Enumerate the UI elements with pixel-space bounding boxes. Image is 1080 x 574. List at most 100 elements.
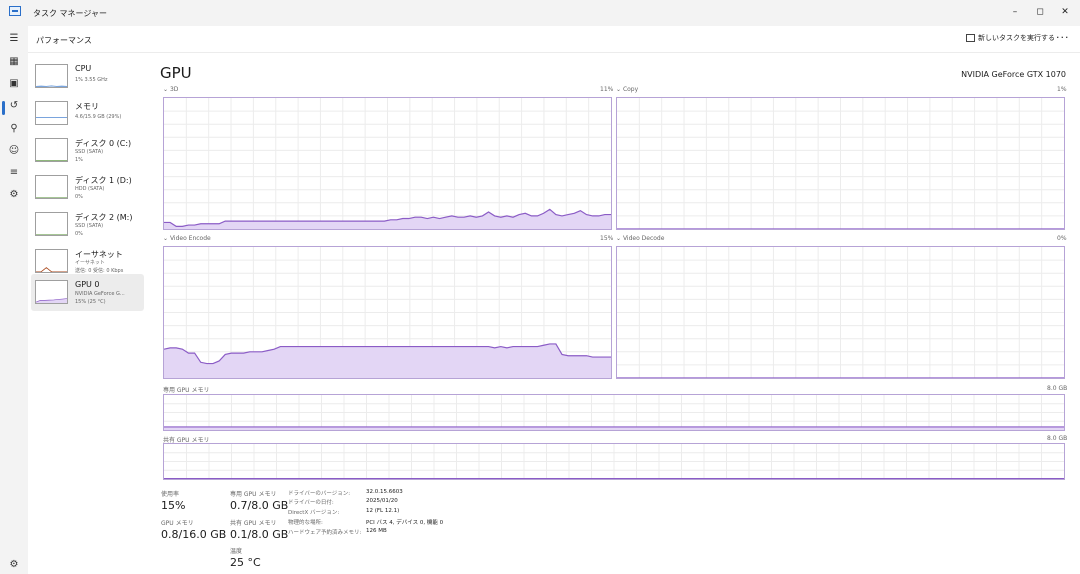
directx-version-key: DirectX バージョン: <box>288 510 340 516</box>
engine-graph-video-encode-plot <box>164 247 611 378</box>
dedicated-memory-label: 専用 GPU メモリ <box>230 491 277 498</box>
engine-max: 11% <box>600 86 614 93</box>
shared-memory-graph-max: 8.0 GB <box>1047 435 1068 442</box>
dedicated-memory-graph-label: 専用 GPU メモリ <box>163 387 210 394</box>
utilization-value: 15% <box>161 499 186 512</box>
services-icon[interactable]: ⚙ <box>7 188 21 202</box>
disk1-sparkline <box>36 197 67 198</box>
more-options-button[interactable]: ··· <box>1056 31 1070 44</box>
reserved-memory-key: ハードウェア予約済みメモリ: <box>288 530 362 536</box>
maximize-button[interactable]: ◻ <box>1030 4 1050 20</box>
driver-date-value: 2025/01/20 <box>366 498 398 504</box>
engine-max: 0% <box>1057 235 1067 242</box>
resource-sidebar: CPU 1% 3.55 GHz メモリ 4.6/15.9 GB (29%) ディ… <box>28 53 148 574</box>
gpu-sparkline <box>36 298 67 303</box>
sidebar-item-disk-2[interactable]: ディスク 2 (M:) SSD (SATA) 0% <box>31 206 144 242</box>
driver-version-key: ドライバーのバージョン: <box>288 491 351 497</box>
shared-memory-plot <box>164 444 1064 479</box>
sidebar-item-cpu[interactable]: CPU 1% 3.55 GHz <box>31 58 144 94</box>
startup-apps-icon[interactable]: ⚲ <box>7 122 21 136</box>
dedicated-memory-graph <box>163 394 1065 431</box>
page-title: パフォーマンス <box>36 36 92 45</box>
sidebar-item-disk-1[interactable]: ディスク 1 (D:) HDD (SATA) 0% <box>31 169 144 205</box>
disk1-thumbnail <box>35 175 68 199</box>
engine-selector-video-encode[interactable]: ⌄ Video Encode <box>163 235 211 242</box>
ethernet-thumbnail <box>35 249 68 273</box>
engine-graph-copy-plot <box>617 98 1064 229</box>
performance-icon[interactable]: ▣ <box>7 77 21 91</box>
memory-sparkline <box>36 117 67 118</box>
engine-graph-video-decode <box>616 246 1065 379</box>
sidebar-item-usage: 0% <box>75 231 83 237</box>
driver-date-key: ドライバーの日付: <box>288 500 334 506</box>
sidebar-item-label: メモリ <box>75 102 99 111</box>
sidebar-item-detail: イーサネット <box>75 260 105 266</box>
sparkline-line <box>36 267 67 272</box>
app-history-icon[interactable]: ↺ <box>7 99 21 113</box>
navigation-rail: ☰ ▦ ▣ ↺ ⚲ ☺ ≡ ⚙ ⚙ <box>0 26 28 574</box>
page-heading: GPU <box>160 64 192 82</box>
sidebar-item-disk-0[interactable]: ディスク 0 (C:) SSD (SATA) 1% <box>31 132 144 168</box>
run-new-task-button[interactable]: 新しいタスクを実行する <box>966 33 1055 43</box>
run-task-icon <box>966 34 975 42</box>
sidebar-item-gpu-0[interactable]: GPU 0 NVIDIA GeForce G... 15% (25 °C) <box>31 274 144 311</box>
reserved-memory-value: 126 MB <box>366 528 387 534</box>
sidebar-item-detail: NVIDIA GeForce G... <box>75 291 125 297</box>
sidebar-item-memory[interactable]: メモリ 4.6/15.9 GB (29%) <box>31 95 144 131</box>
settings-icon[interactable]: ⚙ <box>7 558 21 572</box>
gpu-memory-value: 0.8/16.0 GB <box>161 528 227 541</box>
disk0-thumbnail <box>35 138 68 162</box>
dedicated-memory-value: 0.7/8.0 GB <box>230 499 289 512</box>
memory-thumbnail <box>35 101 68 125</box>
engine-graph-copy <box>616 97 1065 230</box>
shared-memory-value: 0.1/8.0 GB <box>230 528 289 541</box>
engine-graph-3d <box>163 97 612 230</box>
sidebar-item-detail: HDD (SATA) <box>75 186 105 192</box>
sidebar-item-detail: SSD (SATA) <box>75 149 104 155</box>
engine-graph-3d-plot <box>164 98 611 229</box>
physical-location-value: PCI バス 4, デバイス 0, 機能 0 <box>366 520 444 526</box>
physical-location-key: 物理的な場所: <box>288 520 323 526</box>
sidebar-item-detail: 1% 3.55 GHz <box>75 77 108 83</box>
engine-label: 3D <box>169 86 179 93</box>
sidebar-item-detail: SSD (SATA) <box>75 223 104 229</box>
close-button[interactable]: ✕ <box>1055 4 1075 20</box>
dedicated-memory-graph-max: 8.0 GB <box>1047 385 1068 392</box>
temperature-value: 25 °C <box>230 556 261 569</box>
gpu-performance-panel: GPU NVIDIA GeForce GTX 1070 ⌄ 3D 11% ⌄ C… <box>148 53 1080 574</box>
title-bar: タスク マネージャー – ◻ ✕ <box>0 0 1080 26</box>
utilization-label: 使用率 <box>161 491 180 498</box>
directx-version-value: 12 (FL 12.1) <box>366 508 400 514</box>
gpu-memory-label: GPU メモリ <box>161 520 194 527</box>
shared-memory-graph <box>163 443 1065 480</box>
gpu-model-name: NVIDIA GeForce GTX 1070 <box>961 70 1066 79</box>
details-icon[interactable]: ≡ <box>7 166 21 180</box>
sidebar-item-usage: 0% <box>75 194 83 200</box>
sidebar-item-label: CPU <box>75 64 92 73</box>
engine-selector-video-decode[interactable]: ⌄ Video Decode <box>616 235 664 242</box>
processes-icon[interactable]: ▦ <box>7 55 21 69</box>
cpu-thumbnail <box>35 64 68 88</box>
disk2-sparkline <box>36 234 67 235</box>
ethernet-sparkline <box>36 267 67 272</box>
sidebar-item-usage: 1% <box>75 157 83 163</box>
hamburger-menu-icon[interactable]: ☰ <box>7 32 21 46</box>
engine-max: 15% <box>600 235 614 242</box>
engine-selector-3d[interactable]: ⌄ 3D <box>163 86 178 93</box>
engine-label: Copy <box>622 86 639 93</box>
minimize-button[interactable]: – <box>1005 4 1025 20</box>
dedicated-memory-plot <box>164 395 1064 430</box>
sidebar-item-label: GPU 0 <box>75 280 100 289</box>
page-header: パフォーマンス 新しいタスクを実行する ··· <box>28 26 1080 53</box>
engine-selector-copy[interactable]: ⌄ Copy <box>616 86 638 93</box>
engine-label: Video Decode <box>622 235 665 242</box>
run-new-task-label: 新しいタスクを実行する <box>978 34 1055 42</box>
window-title: タスク マネージャー <box>33 9 107 18</box>
engine-max: 1% <box>1057 86 1067 93</box>
driver-version-value: 32.0.15.6603 <box>366 489 403 495</box>
selected-indicator <box>2 101 5 115</box>
temperature-label: 温度 <box>230 548 243 555</box>
users-icon[interactable]: ☺ <box>7 144 21 158</box>
sidebar-item-usage: 15% (25 °C) <box>75 299 106 305</box>
engine-label: Video Encode <box>169 235 211 242</box>
